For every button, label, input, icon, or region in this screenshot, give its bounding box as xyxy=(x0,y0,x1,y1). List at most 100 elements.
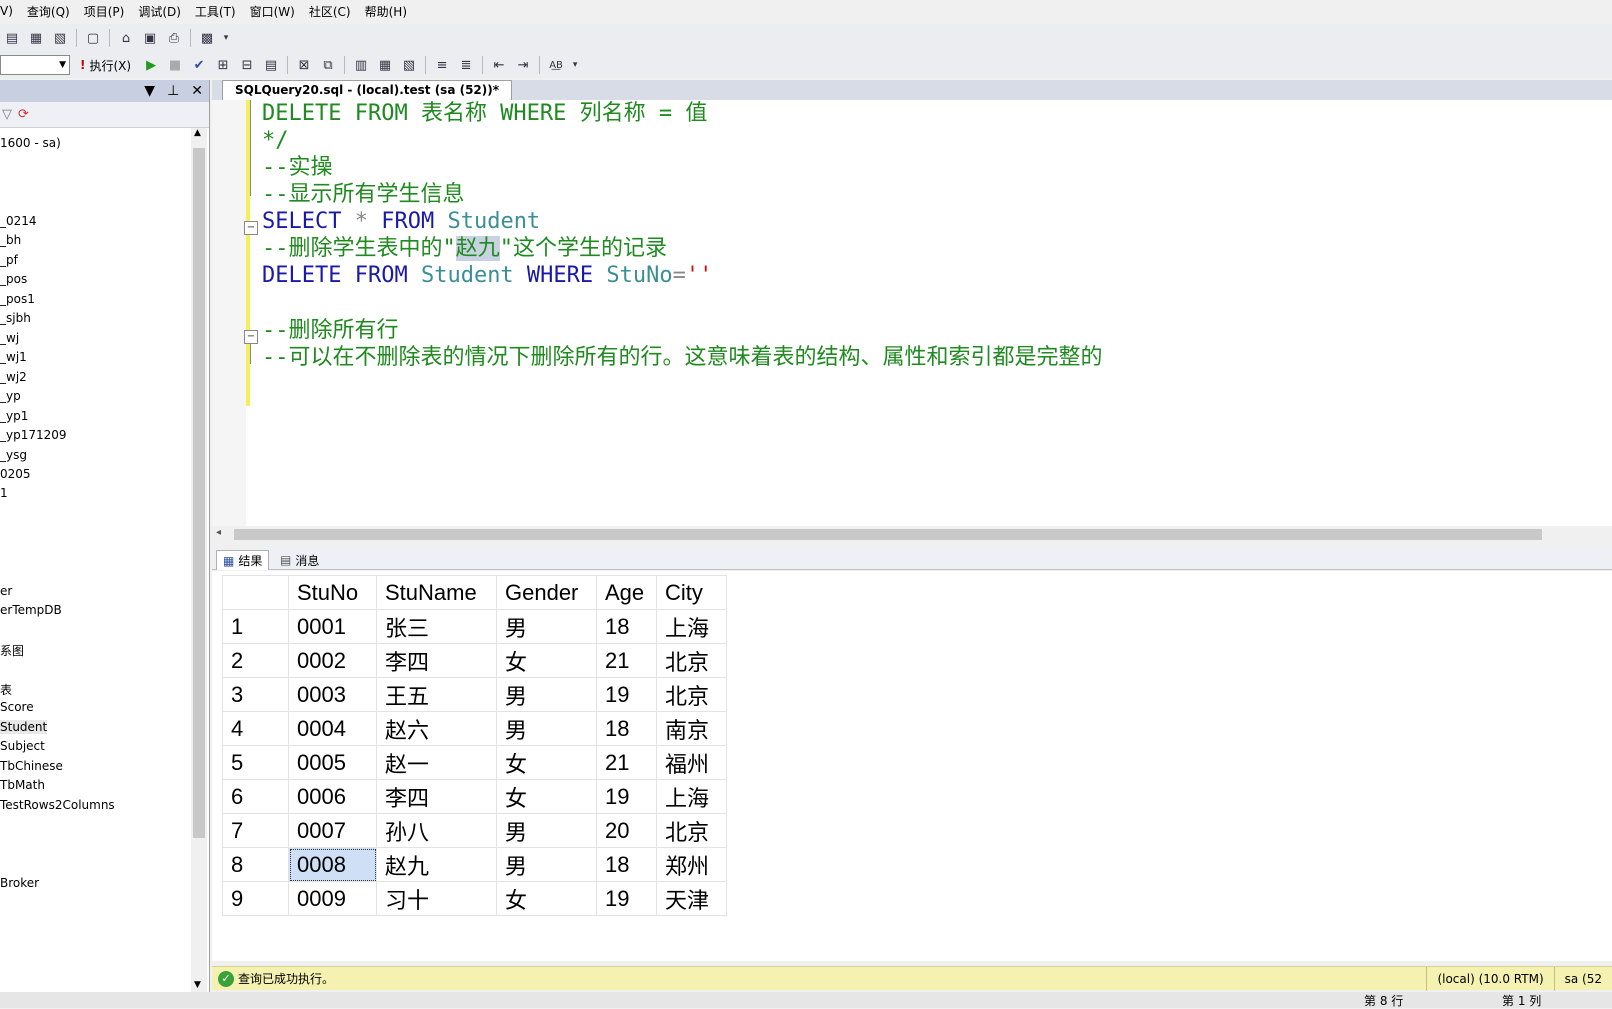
menu-item[interactable]: 社区(C) xyxy=(302,3,358,20)
table-row[interactable]: 1 0001 张三男 18 上海 xyxy=(222,609,727,644)
column-header[interactable]: StuNo xyxy=(288,575,377,610)
table-cell[interactable]: 李四 xyxy=(376,643,497,678)
tree-node[interactable]: 表 xyxy=(0,681,12,698)
tab-messages[interactable]: ▤ 消息 xyxy=(274,550,325,570)
execute-button[interactable]: ! 执行(X) xyxy=(80,57,131,74)
table-row[interactable]: 9 0009 习十女 19 天津 xyxy=(222,881,727,916)
table-cell[interactable]: 上海 xyxy=(656,609,727,644)
table-row[interactable]: 6 0006 李四女 19 上海 xyxy=(222,779,727,814)
tree-node[interactable]: _pos xyxy=(0,272,27,286)
tree-node[interactable]: _ysg xyxy=(0,448,27,462)
table-cell[interactable]: 女 xyxy=(496,881,597,916)
include-plan-icon[interactable]: ⊠ xyxy=(294,55,314,75)
specify-values-icon[interactable]: A͟B xyxy=(546,55,566,75)
menu-item[interactable]: 帮助(H) xyxy=(358,3,414,20)
menu-item[interactable]: V) xyxy=(0,4,20,18)
table-cell[interactable]: 郑州 xyxy=(656,847,727,882)
table-cell[interactable]: 习十 xyxy=(376,881,497,916)
table-cell[interactable]: 赵六 xyxy=(376,711,497,746)
menu-item[interactable]: 窗口(W) xyxy=(243,3,302,20)
row-number-cell[interactable]: 3 xyxy=(222,677,289,712)
decrease-indent-icon[interactable]: ⇤ xyxy=(489,55,509,75)
table-cell[interactable]: 20 xyxy=(596,813,657,848)
table-row[interactable]: 7 0007 孙八男 20 北京 xyxy=(222,813,727,848)
table-cell[interactable]: 男 xyxy=(496,711,597,746)
tree-node[interactable]: 0205 xyxy=(0,467,31,481)
fold-toggle-icon[interactable]: − xyxy=(244,221,258,235)
table-cell[interactable]: 男 xyxy=(496,609,597,644)
tree-node[interactable]: TbMath xyxy=(0,778,45,792)
comment-icon[interactable]: ≡ xyxy=(432,55,452,75)
table-cell[interactable]: 南京 xyxy=(656,711,727,746)
editor-horizontal-scrollbar[interactable]: ◂ xyxy=(212,526,1612,542)
table-cell[interactable]: 21 xyxy=(596,643,657,678)
print-icon[interactable]: ⎙ xyxy=(164,28,184,48)
table-cell[interactable]: 18 xyxy=(596,847,657,882)
table-row[interactable]: 4 0004 赵六男 18 南京 xyxy=(222,711,727,746)
table-row[interactable]: 8 0008 赵九男 18 郑州 xyxy=(222,847,727,882)
tree-node[interactable]: _pf xyxy=(0,253,18,267)
results-to-grid-icon[interactable]: ▤ xyxy=(261,55,281,75)
table-cell[interactable]: 21 xyxy=(596,745,657,780)
client-stats-icon[interactable]: ⧉ xyxy=(318,55,338,75)
tree-node[interactable]: _sjbh xyxy=(0,311,31,325)
column-header[interactable]: StuName xyxy=(376,575,497,610)
tab-results[interactable]: ▦ 结果 xyxy=(216,550,270,570)
table-cell[interactable]: 0006 xyxy=(288,779,377,814)
tree-node[interactable]: _yp1 xyxy=(0,409,28,423)
query-designer-icon[interactable]: ⊟ xyxy=(237,55,257,75)
row-number-cell[interactable]: 8 xyxy=(222,847,289,882)
menu-item[interactable]: 调试(D) xyxy=(131,3,188,20)
database-select[interactable]: ▼ xyxy=(0,55,70,75)
table-cell[interactable]: 赵一 xyxy=(376,745,497,780)
table-cell[interactable]: 0003 xyxy=(288,677,377,712)
tree-node[interactable]: _wj xyxy=(0,331,19,345)
tree-node[interactable]: er xyxy=(0,584,12,598)
row-number-cell[interactable]: 9 xyxy=(222,881,289,916)
table-cell[interactable]: 女 xyxy=(496,745,597,780)
close-icon[interactable]: ✕ xyxy=(191,83,203,99)
table-cell[interactable]: 19 xyxy=(596,779,657,814)
column-header[interactable]: Gender xyxy=(496,575,597,610)
table-cell[interactable]: 男 xyxy=(496,847,597,882)
tree-node[interactable]: _pos1 xyxy=(0,292,35,306)
table-cell[interactable]: 19 xyxy=(596,881,657,916)
scroll-thumb[interactable] xyxy=(193,148,205,838)
table-cell[interactable]: 男 xyxy=(496,677,597,712)
parse-check-icon[interactable]: ✔ xyxy=(189,55,209,75)
table-cell[interactable]: 北京 xyxy=(656,813,727,848)
table-cell[interactable]: 0002 xyxy=(288,643,377,678)
menu-item[interactable]: 项目(P) xyxy=(77,3,132,20)
estimated-plan-icon[interactable]: ⊞ xyxy=(213,55,233,75)
table-cell[interactable]: 0007 xyxy=(288,813,377,848)
tree-node[interactable]: _wj1 xyxy=(0,350,27,364)
dropdown-icon[interactable]: ▼ xyxy=(144,83,155,99)
new-query-icon[interactable]: ▤ xyxy=(2,28,22,48)
table-cell[interactable]: 赵九 xyxy=(376,847,497,882)
table-cell[interactable]: 福州 xyxy=(656,745,727,780)
tree-node[interactable]: _yp xyxy=(0,389,21,403)
table-cell[interactable]: 天津 xyxy=(656,881,727,916)
open-folder-icon[interactable]: ⌂ xyxy=(116,28,136,48)
filter-icon[interactable]: ▽ xyxy=(2,107,12,122)
tree-node[interactable]: 系图 xyxy=(0,642,24,659)
results-grid-active-icon[interactable]: ▦ xyxy=(375,55,395,75)
table-row[interactable]: 5 0005 赵一女 21 福州 xyxy=(222,745,727,780)
row-number-cell[interactable]: 1 xyxy=(222,609,289,644)
table-cell[interactable]: 王五 xyxy=(376,677,497,712)
scroll-left-icon[interactable]: ◂ xyxy=(216,527,221,538)
tree-node[interactable]: Student xyxy=(0,720,48,734)
sql-editor[interactable]: DELETE FROM 表名称 WHERE 列名称 = 值 */ --实操 --… xyxy=(212,100,1612,526)
toolbar-overflow-icon[interactable]: ▾ xyxy=(570,55,580,75)
table-cell[interactable]: 上海 xyxy=(656,779,727,814)
table-cell[interactable]: 北京 xyxy=(656,677,727,712)
tree-node[interactable]: TbChinese xyxy=(0,759,63,773)
new-file-icon[interactable]: ▢ xyxy=(83,28,103,48)
tree-node[interactable]: 1600 - sa) xyxy=(0,136,61,150)
scroll-down-icon[interactable]: ▼ xyxy=(194,980,201,990)
stop-icon[interactable]: ■ xyxy=(165,55,185,75)
column-header[interactable]: City xyxy=(656,575,727,610)
tab-sqlquery20[interactable]: SQLQuery20.sql - (local).test (sa (52))* xyxy=(222,80,513,100)
pin-icon[interactable]: ⊥ xyxy=(167,83,179,99)
toolbar-overflow-icon[interactable]: ▾ xyxy=(221,28,231,48)
